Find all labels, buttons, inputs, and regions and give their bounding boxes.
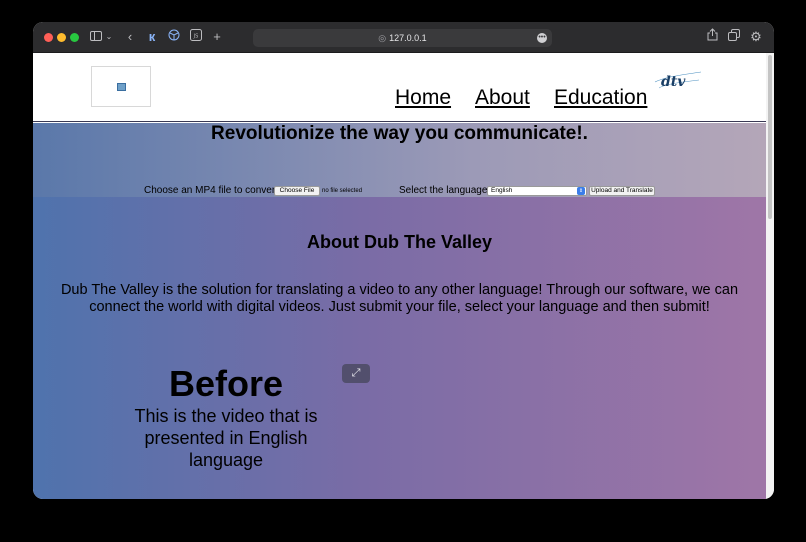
- chevron-down-icon[interactable]: ⌄: [105, 28, 113, 46]
- svg-text:JS: JS: [193, 34, 199, 40]
- about-title: About Dub The Valley: [306, 232, 493, 252]
- minimize-window-button[interactable]: [57, 33, 66, 42]
- language-select[interactable]: English ⇕: [487, 186, 587, 196]
- file-label: Choose an MP4 file to convert:: [144, 185, 281, 196]
- browser-window: ⌄ ‹ к JS + ◎127.0.0.1 ••• ⚙ Home About: [33, 22, 774, 499]
- language-label: Select the language:: [399, 185, 491, 196]
- before-title: Before: [168, 363, 284, 404]
- js-icon[interactable]: JS: [189, 28, 203, 46]
- cube-icon[interactable]: [167, 28, 181, 46]
- before-text: This is the video that is presented in E…: [134, 406, 318, 470]
- new-tab-icon[interactable]: +: [211, 28, 223, 46]
- close-window-button[interactable]: [44, 33, 53, 42]
- more-icon[interactable]: •••: [537, 33, 547, 43]
- globe-icon: ◎: [378, 33, 387, 43]
- banner-title: Revolutionize the way you communicate!.: [211, 123, 588, 144]
- share-icon[interactable]: [705, 28, 719, 46]
- nav-education-link[interactable]: Education: [554, 86, 647, 110]
- choose-file-button[interactable]: Choose File: [274, 186, 320, 196]
- tabs-icon[interactable]: [727, 28, 741, 46]
- nav-about-link[interactable]: About: [475, 86, 530, 110]
- maximize-window-button[interactable]: [70, 33, 79, 42]
- scrollbar[interactable]: [766, 53, 774, 499]
- upload-banner: Revolutionize the way you communicate!. …: [33, 123, 766, 197]
- upload-translate-button[interactable]: Upload and Translate: [589, 186, 655, 196]
- broken-logo-image[interactable]: [91, 66, 151, 107]
- browser-toolbar: ⌄ ‹ к JS + ◎ 127.0.0.1 ••• ⚙: [33, 22, 774, 53]
- back-icon[interactable]: ‹: [125, 28, 135, 46]
- scroll-thumb[interactable]: [768, 55, 772, 219]
- no-file-text: no file selected: [322, 188, 363, 194]
- settings-icon[interactable]: ⚙: [749, 28, 763, 46]
- signature-text: dtv: [661, 74, 686, 90]
- page-viewport: Home About Education dtv Revolutionize t…: [33, 53, 774, 499]
- address-bar[interactable]: ◎ 127.0.0.1 •••: [253, 29, 552, 47]
- about-text: Dub The Valley is the solution for trans…: [60, 282, 739, 315]
- language-selected-value: English: [491, 187, 513, 194]
- dtv-signature-logo: dtv: [654, 71, 702, 90]
- address-text: 127.0.0.1: [389, 33, 427, 43]
- extension-icon[interactable]: к: [145, 28, 159, 46]
- image-placeholder-icon: [117, 83, 126, 91]
- sidebar-icon[interactable]: [89, 28, 103, 46]
- expand-icon[interactable]: ⤢: [342, 364, 370, 383]
- nav-home-link[interactable]: Home: [395, 86, 451, 110]
- select-arrows-icon: ⇕: [577, 187, 585, 195]
- site-header: Home About Education dtv: [33, 53, 766, 122]
